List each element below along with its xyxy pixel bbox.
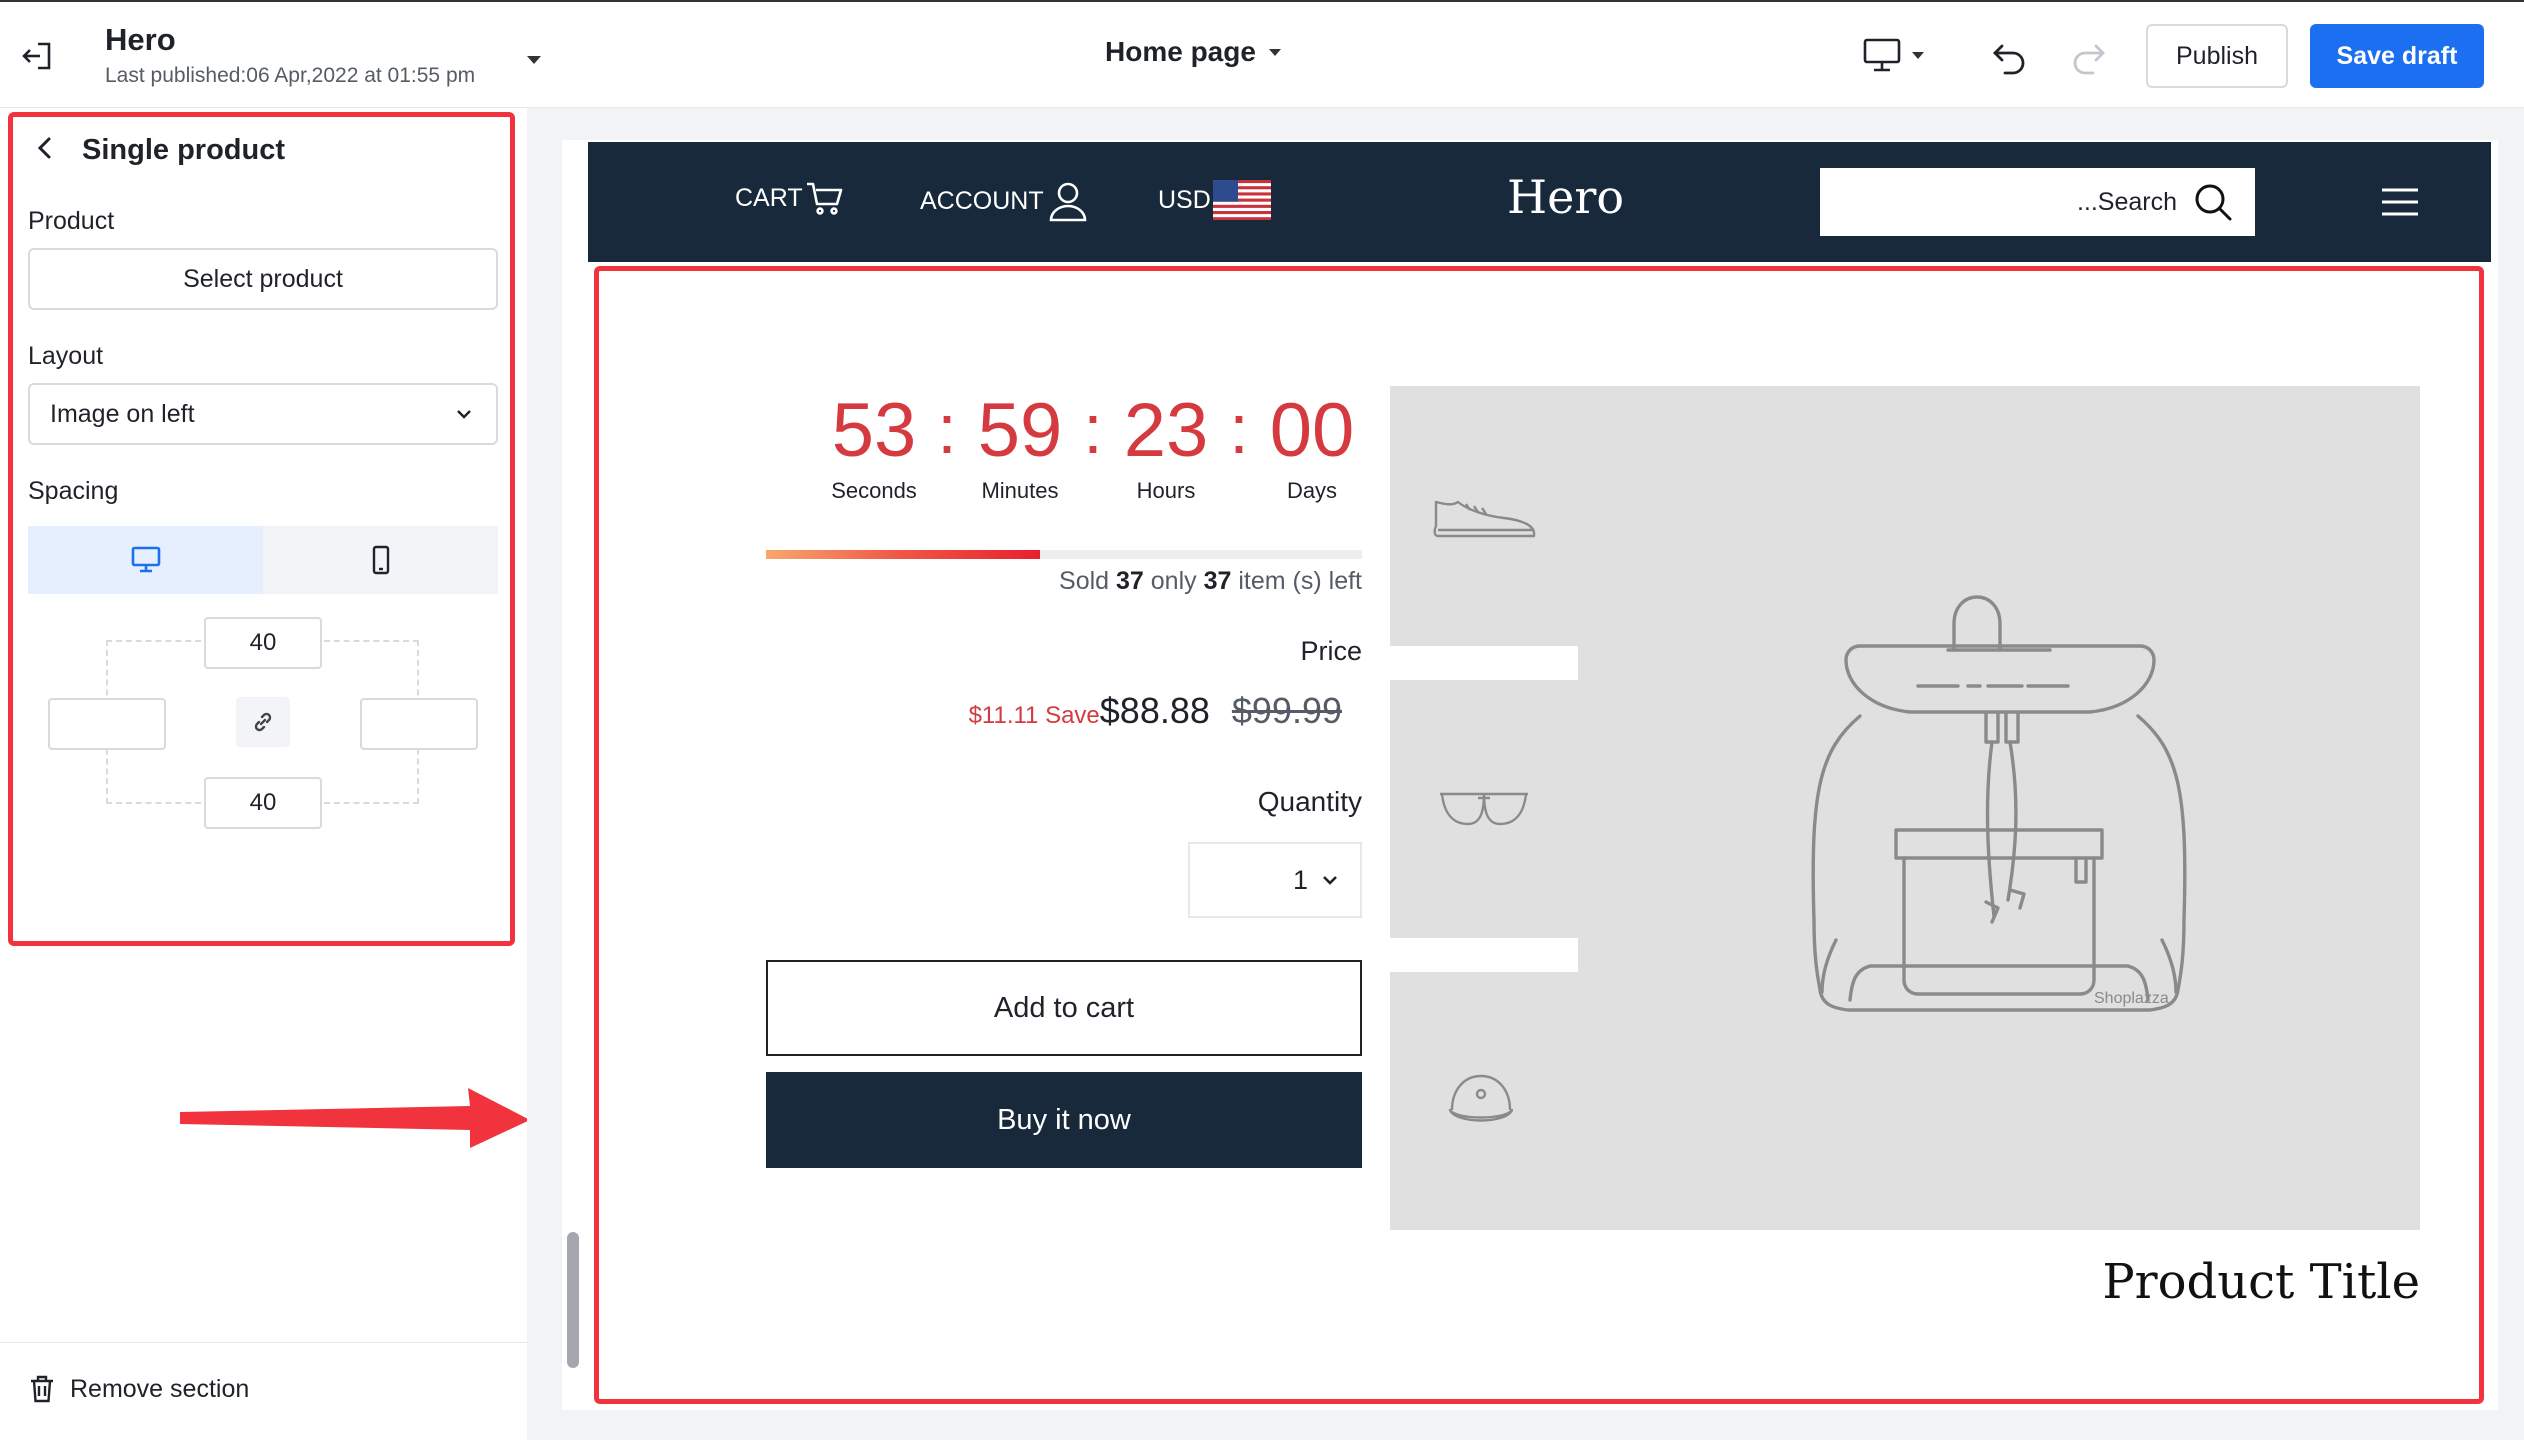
layout-select-value: Image on left <box>50 399 195 428</box>
countdown-label: Seconds <box>831 478 917 503</box>
top-bar: Hero Last published:06 Apr,2022 at 01:55… <box>0 0 2524 108</box>
preview-scrollbar[interactable] <box>567 1232 579 1368</box>
search-placeholder: ...Search <box>2076 187 2177 216</box>
sale-price: $88.88 <box>1099 690 1210 731</box>
quantity-select[interactable]: 1 <box>1188 842 1362 918</box>
countdown-days: 00 Days <box>1256 386 1368 504</box>
spacing-label: Spacing <box>28 477 119 505</box>
buy-now-button[interactable]: Buy it now <box>766 1072 1362 1168</box>
image-watermark: Shoplazza <box>2094 990 2169 1007</box>
item-suffix: item (s) left <box>1238 567 1362 595</box>
currency-label: USD <box>1158 185 1211 214</box>
chevron-down-icon <box>457 410 471 419</box>
sold-progress-bar <box>766 550 1362 559</box>
image-divider <box>1390 646 1578 680</box>
chevron-down-icon <box>1323 876 1337 885</box>
desktop-icon <box>1863 38 1901 72</box>
countdown-separator: : <box>937 390 957 468</box>
spacing-top-input[interactable]: 40 <box>204 617 322 669</box>
sold-count: 37 <box>1116 567 1144 595</box>
original-price: $99.99 <box>1231 690 1342 731</box>
mobile-icon <box>372 545 389 575</box>
account-label: ACCOUNT <box>920 186 1044 215</box>
sunglasses-thumbnail-icon[interactable] <box>1436 786 1532 832</box>
remove-section-label: Remove section <box>70 1374 250 1403</box>
quantity-label: Quantity <box>1257 786 1362 817</box>
quantity-value: 1 <box>1292 864 1308 895</box>
layout-label: Layout <box>28 342 104 370</box>
countdown-separator: : <box>1083 390 1103 468</box>
spacing-right-input[interactable] <box>360 698 478 750</box>
countdown-value: 53 <box>831 388 917 473</box>
countdown-label: Minutes <box>981 478 1059 503</box>
tab-desktop[interactable] <box>28 526 263 594</box>
remaining-count: 37 <box>1203 567 1232 595</box>
countdown-seconds: 53 Seconds <box>818 386 930 504</box>
layout-select[interactable]: Image on left <box>28 383 498 445</box>
store-search-input[interactable]: ...Search <box>1820 168 2255 236</box>
add-to-cart-button[interactable]: Add to cart <box>766 960 1362 1056</box>
device-selector[interactable] <box>1862 36 1926 74</box>
backpack-illustration <box>1811 595 2187 1012</box>
chevron-left-icon[interactable] <box>32 134 60 162</box>
save-draft-button[interactable]: Save draft <box>2310 24 2484 88</box>
cap-thumbnail-icon[interactable] <box>1446 1070 1516 1130</box>
select-product-button[interactable]: Select product <box>28 248 498 310</box>
save-amount: $11.11 Save <box>968 702 1100 729</box>
caret-down-icon <box>1268 49 1281 56</box>
only-word: only <box>1150 567 1197 595</box>
store-cart-link[interactable]: CART <box>735 180 845 216</box>
countdown-value: 59 <box>977 388 1063 473</box>
sold-count-text: Sold 37 only 37 item (s) left <box>1059 567 1362 596</box>
app-title: Hero <box>105 22 176 57</box>
sold-progress-fill <box>766 550 1041 559</box>
exit-icon[interactable] <box>18 36 58 76</box>
sold-word: Sold <box>1059 567 1110 595</box>
us-flag-icon <box>1212 180 1271 220</box>
store-account-link[interactable]: ACCOUNT <box>920 180 1090 222</box>
page-selector-label: Home page <box>1105 36 1256 67</box>
section-title: Single product <box>82 134 285 166</box>
menu-icon[interactable] <box>2380 186 2420 218</box>
arrow-right-icon <box>180 1088 530 1148</box>
trash-icon <box>31 1375 53 1403</box>
countdown-minutes: 59 Minutes <box>964 386 1076 504</box>
link-icon <box>254 712 272 732</box>
spacing-device-tabs <box>28 526 498 594</box>
sneaker-thumbnail-icon[interactable] <box>1432 486 1538 542</box>
countdown-value: 23 <box>1123 388 1209 473</box>
redo-icon <box>2073 44 2105 75</box>
countdown-separator: : <box>1229 390 1249 468</box>
image-divider <box>1390 938 1578 972</box>
countdown-timer: 53 Seconds : 59 Minutes : 23 Hours : 00 … <box>818 386 1368 504</box>
product-title: Product Title <box>2102 1254 2420 1310</box>
product-label: Product <box>28 207 115 235</box>
price-label: Price <box>1300 636 1362 666</box>
store-logo[interactable]: Hero <box>1507 170 1624 224</box>
last-published-text: Last published:06 Apr,2022 at 01:55 pm <box>105 64 476 87</box>
spacing-left-input[interactable] <box>48 698 166 750</box>
page-selector[interactable]: Home page <box>1105 36 1284 68</box>
store-currency-selector[interactable]: USD <box>1158 180 1271 220</box>
search-icon[interactable] <box>2193 182 2233 222</box>
user-icon <box>1049 182 1086 222</box>
link-spacing-button[interactable] <box>236 697 290 747</box>
countdown-label: Days <box>1286 478 1338 503</box>
spacing-bottom-input[interactable]: 40 <box>204 777 322 829</box>
desktop-icon <box>131 546 160 573</box>
price-row: $11.11 Save $88.88 $99.99 <box>969 690 1342 732</box>
countdown-hours: 23 Hours <box>1110 386 1222 504</box>
cart-label: CART <box>735 183 803 212</box>
publish-button[interactable]: Publish <box>2146 24 2288 88</box>
caret-down-icon[interactable] <box>524 52 544 66</box>
countdown-label: Hours <box>1136 478 1196 503</box>
remove-section-button[interactable]: Remove section <box>28 1374 249 1404</box>
cart-icon <box>806 182 842 215</box>
caret-down-icon <box>1912 52 1924 59</box>
undo-icon[interactable] <box>1990 38 2030 78</box>
countdown-value: 00 <box>1269 388 1355 473</box>
tab-mobile[interactable] <box>263 526 498 594</box>
